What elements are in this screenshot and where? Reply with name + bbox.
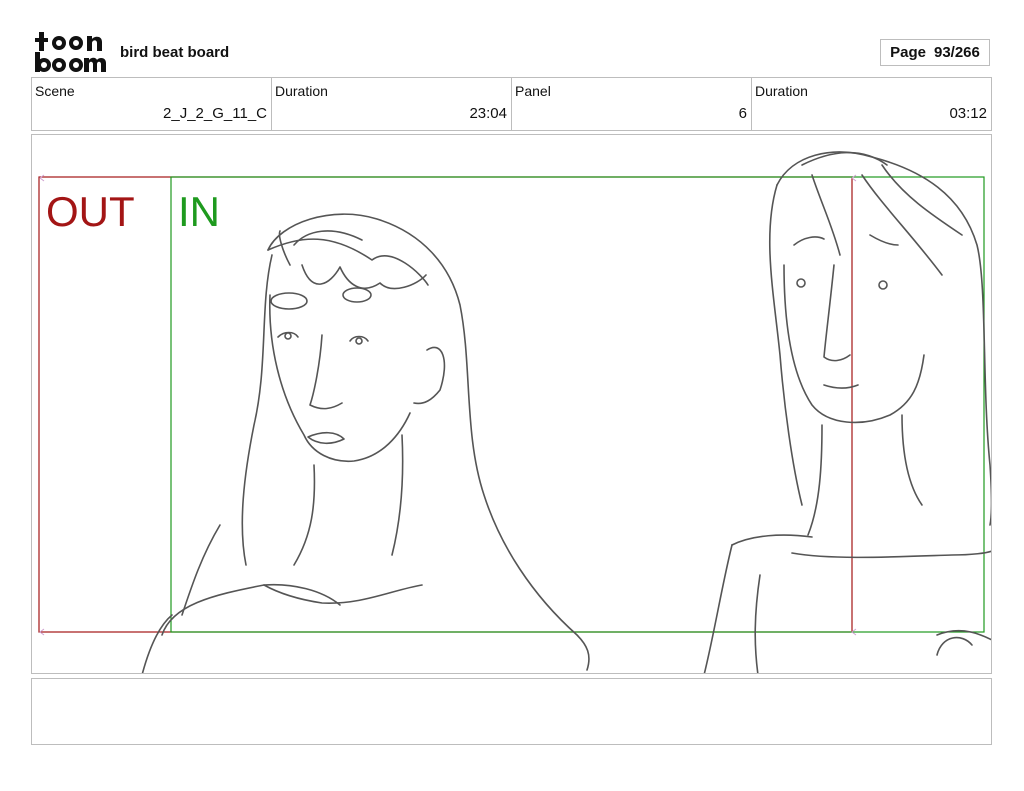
- in-frame: [170, 176, 985, 633]
- out-frame: [38, 176, 853, 633]
- page-number: 93/266: [933, 44, 980, 61]
- scene-duration-cell: Duration 23:04: [272, 78, 512, 130]
- panel-drawing: [38, 151, 991, 673]
- scene-duration-label: Duration: [275, 83, 328, 99]
- in-frame-label: IN: [178, 188, 220, 235]
- panel-duration-cell: Duration 03:12: [752, 78, 991, 130]
- character-left-sketch: [141, 213, 590, 673]
- page-label: Page: [890, 44, 926, 61]
- panel-value: 6: [738, 105, 747, 122]
- panel-duration-value: 03:12: [949, 105, 987, 122]
- panel-duration-label: Duration: [755, 83, 808, 99]
- frame-arrow-marks: [39, 174, 857, 636]
- scene-cell: Scene 2_J_2_G_11_C: [32, 78, 272, 130]
- scene-label: Scene: [35, 83, 75, 99]
- document-title: bird beat board: [120, 44, 230, 61]
- scene-duration-value: 23:04: [469, 105, 507, 122]
- storyboard-panel: OUT IN: [31, 134, 992, 674]
- out-frame-label: OUT: [46, 188, 135, 235]
- panel-cell: Panel 6: [512, 78, 752, 130]
- toonboom-logo: [35, 32, 106, 72]
- character-right-sketch: [703, 151, 991, 673]
- page-indicator: Page 93/266: [880, 39, 990, 66]
- scene-value: 2_J_2_G_11_C: [163, 105, 267, 122]
- panel-info-row: Scene 2_J_2_G_11_C Duration 23:04 Panel …: [31, 77, 992, 131]
- panel-label: Panel: [515, 83, 551, 99]
- caption-area: [31, 678, 992, 745]
